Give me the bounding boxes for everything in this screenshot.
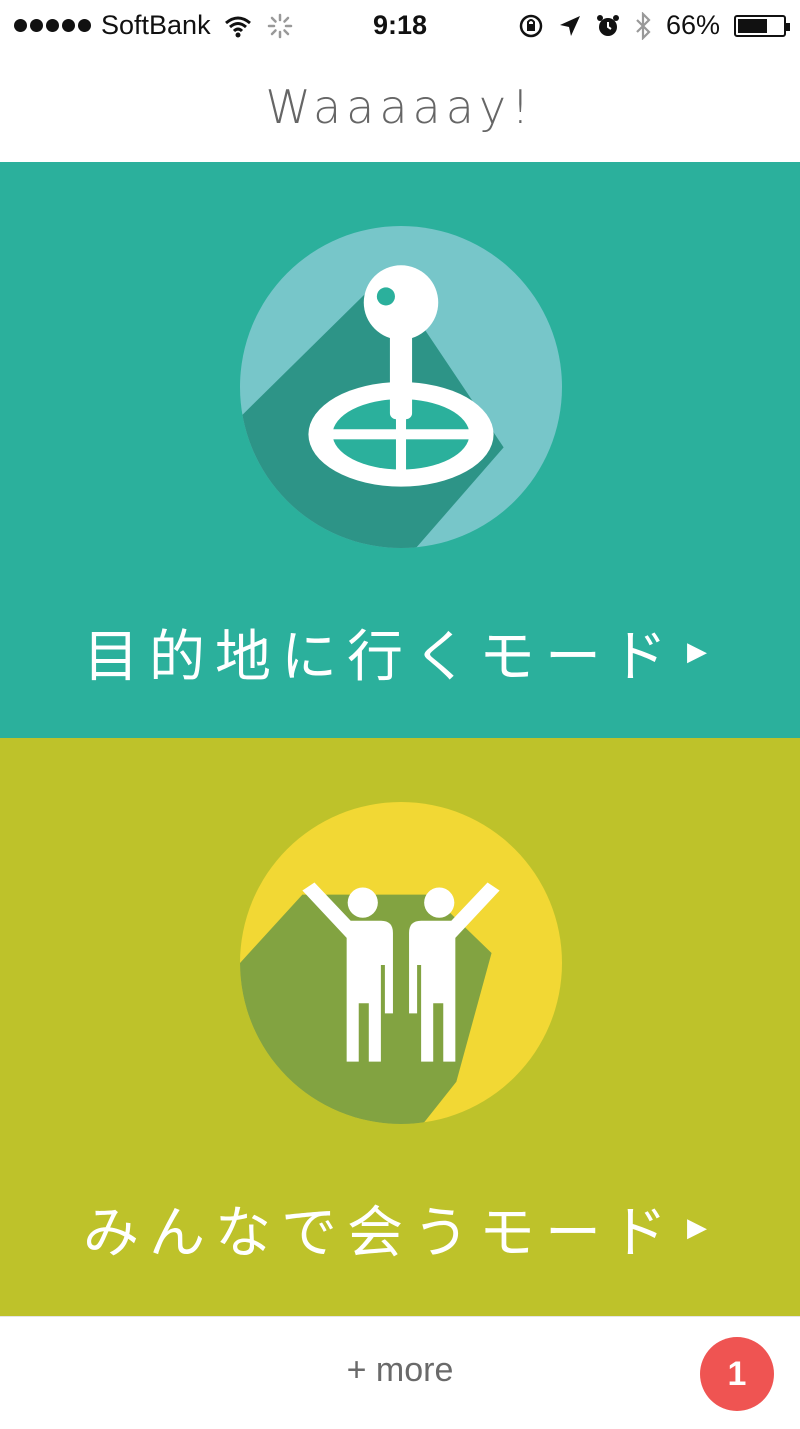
meetup-mode-label: みんなで会うモード — [83, 1200, 677, 1266]
chevron-right-icon: ▶ — [687, 637, 717, 667]
status-bar-right: 66% — [518, 10, 790, 41]
meetup-mode-panel[interactable]: みんなで会うモード ▶ — [0, 738, 800, 1316]
status-bar: SoftBank 9:18 66% — [0, 0, 800, 56]
destination-mode-panel[interactable]: 目的地に行くモード ▶ — [0, 162, 800, 738]
bluetooth-icon — [636, 11, 651, 40]
more-button[interactable]: + more — [0, 1351, 800, 1390]
chevron-right-icon: ▶ — [687, 1213, 717, 1243]
joystick-target-icon — [240, 226, 562, 548]
bottom-bar: + more 1 — [0, 1316, 800, 1429]
meetup-mode-label-row[interactable]: みんなで会うモード ▶ — [0, 1188, 800, 1268]
app-title: Waaaaay! — [265, 80, 535, 134]
two-people-waving-icon — [240, 802, 562, 1124]
lock-rotation-icon — [519, 14, 543, 37]
notification-badge[interactable]: 1 — [700, 1337, 774, 1411]
destination-mode-label: 目的地に行くモード — [83, 624, 677, 690]
battery-percent: 66% — [665, 10, 720, 40]
battery-icon — [734, 14, 790, 37]
alarm-icon — [596, 14, 619, 36]
location-arrow-icon — [559, 15, 580, 36]
destination-mode-label-row[interactable]: 目的地に行くモード ▶ — [0, 612, 800, 692]
nav-bar: Waaaaay! — [0, 56, 800, 162]
